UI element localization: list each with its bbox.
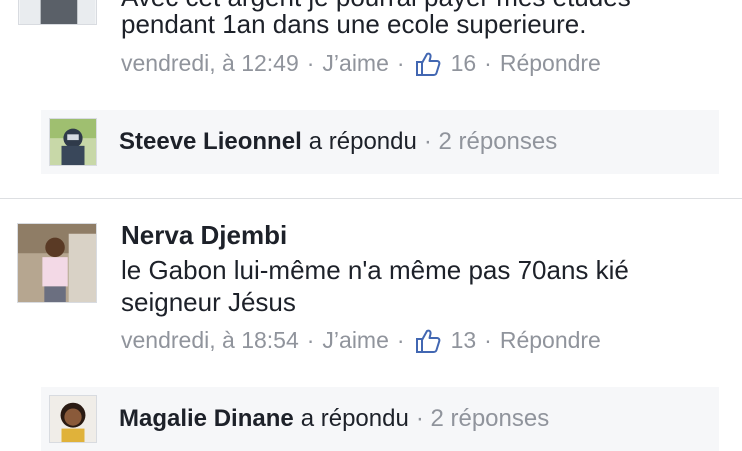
thumbs-up-icon[interactable] [415,51,441,77]
separator-dot: · [484,327,492,353]
comment-author[interactable]: Nerva Djembi [121,220,287,251]
separator-dot: · [396,50,405,76]
separator-dot: · [306,50,315,76]
like-link[interactable]: J’aime [322,327,388,354]
separator-dot: · [484,50,492,76]
reply-link[interactable]: Répondre [500,327,601,354]
avatar-photo-steeve [50,119,96,165]
thumbs-up-icon[interactable] [415,328,441,354]
reply-summary-line: Steeve Lieonnel a répondu · 2 réponses [119,110,557,174]
reply-author-name[interactable]: Steeve Lieonnel [119,128,302,156]
reply-author-name[interactable]: Magalie Dinane [119,405,294,433]
avatar-photo-nerva [18,224,96,302]
comment-text-line1: le Gabon lui-même n'a même pas 70ans kié [121,255,629,285]
comment-avatar-1[interactable] [18,0,97,25]
reply-avatar-2 [49,395,97,443]
comment-text-line1: pendant 1an dans une ecole superieure. [121,9,587,39]
comment-time[interactable]: vendredi, à 18:54 [121,327,299,354]
reply-count[interactable]: · 2 réponses [424,128,557,156]
comment-text-line2: seigneur Jésus [121,287,296,317]
comment-time[interactable]: vendredi, à 12:49 [121,50,299,77]
comment-avatar-2[interactable] [17,223,97,303]
reply-action: a répondu [308,128,417,155]
comment-meta-2: vendredi, à 18:54 · J’aime · 13 · Répond… [121,327,601,354]
avatar-photo-magalie [50,396,96,442]
reply-avatar-1 [49,118,97,166]
separator-dot: · [396,327,405,353]
replies-summary-2[interactable]: Magalie Dinane a répondu · 2 réponses [41,387,719,451]
comment-divider [0,198,742,199]
like-count: 13 [450,327,477,353]
comment-meta-1: vendredi, à 12:49 · J’aime · 16 · Répond… [121,50,601,77]
separator-dot: · [306,327,315,353]
reply-link[interactable]: Répondre [500,50,601,77]
reply-count[interactable]: · 2 réponses [416,405,549,433]
avatar-photo-1 [19,0,96,24]
reply-action: a répondu [300,405,409,432]
like-link[interactable]: J’aime [322,50,388,77]
reply-summary-line: Magalie Dinane a répondu · 2 réponses [119,387,549,451]
replies-summary-1[interactable]: Steeve Lieonnel a répondu · 2 réponses [41,110,719,174]
like-count: 16 [450,50,477,76]
